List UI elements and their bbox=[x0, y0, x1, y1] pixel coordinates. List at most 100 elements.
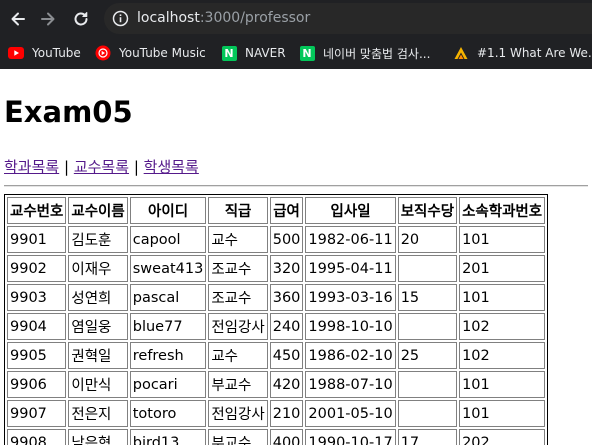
table-cell: 320 bbox=[269, 255, 304, 282]
link-separator: | bbox=[63, 158, 70, 176]
table-cell: 전임강사 bbox=[208, 400, 268, 427]
col-header-hire-date: 입사일 bbox=[305, 197, 396, 224]
url-host: localhost bbox=[137, 10, 200, 26]
nomad-icon bbox=[453, 45, 469, 61]
table-cell: 360 bbox=[269, 284, 304, 311]
link-students[interactable]: 학생목록 bbox=[144, 158, 199, 176]
table-cell: 9906 bbox=[7, 371, 67, 398]
table-cell: 17 bbox=[397, 429, 458, 445]
table-cell: 9903 bbox=[7, 284, 67, 311]
link-professors[interactable]: 교수목록 bbox=[74, 158, 129, 176]
bookmark-label: #1.1 What Are We... bbox=[477, 46, 592, 60]
table-cell: 9905 bbox=[7, 342, 67, 369]
bookmark-label: 네이버 맞춤법 검사... bbox=[323, 46, 431, 61]
table-cell: 2001-05-10 bbox=[305, 400, 396, 427]
table-cell: 25 bbox=[397, 342, 458, 369]
table-cell: totoro bbox=[129, 400, 207, 427]
table-cell: 전은지 bbox=[68, 400, 128, 427]
table-cell: 9904 bbox=[7, 313, 67, 340]
nav-links: 학과목록 | 교수목록 | 학생목록 bbox=[4, 156, 199, 177]
url-path: :3000/professor bbox=[199, 10, 311, 26]
info-icon[interactable] bbox=[112, 10, 129, 27]
bookmarks-bar: YouTube YouTube Music N NAVER N 네이버 맞춤법 … bbox=[0, 37, 592, 69]
table-row: 9906 이만식 pocari 부교수 420 1988-07-10 101 bbox=[7, 371, 546, 398]
browser-chrome: localhost:3000/professor YouTube YouTube… bbox=[0, 0, 592, 69]
table-cell: 1982-06-11 bbox=[305, 226, 396, 253]
bookmark-label: YouTube bbox=[32, 46, 81, 60]
browser-toolbar: localhost:3000/professor bbox=[0, 0, 592, 37]
bookmark-youtube-music[interactable]: YouTube Music bbox=[95, 43, 206, 63]
bookmark-naver[interactable]: N NAVER bbox=[221, 43, 286, 63]
youtube-icon bbox=[8, 45, 24, 61]
table-cell: 부교수 bbox=[208, 371, 268, 398]
forward-arrow-icon[interactable] bbox=[36, 7, 60, 31]
table-cell: 202 bbox=[459, 429, 546, 445]
bookmark-label: NAVER bbox=[245, 46, 286, 60]
table-cell: sweat413 bbox=[129, 255, 207, 282]
table-cell bbox=[397, 371, 458, 398]
col-header-dept-no: 소속학과번호 bbox=[459, 197, 546, 224]
table-cell: pascal bbox=[129, 284, 207, 311]
table-cell: 101 bbox=[459, 226, 546, 253]
table-cell: 조교수 bbox=[208, 284, 268, 311]
table-cell: 20 bbox=[397, 226, 458, 253]
table-cell: 101 bbox=[459, 371, 546, 398]
back-arrow-icon[interactable] bbox=[6, 7, 30, 31]
table-row: 9903 성연희 pascal 조교수 360 1993-03-16 15 101 bbox=[7, 284, 546, 311]
url-text[interactable]: localhost:3000/professor bbox=[137, 9, 310, 27]
table-row: 9907 전은지 totoro 전임강사 210 2001-05-10 101 bbox=[7, 400, 546, 427]
table-row: 9908 남은혁 bird13 부교수 400 1990-10-17 17 202 bbox=[7, 429, 546, 445]
bookmark-naver-spellcheck[interactable]: N 네이버 맞춤법 검사... bbox=[299, 43, 430, 63]
table-cell: 102 bbox=[459, 342, 546, 369]
link-separator: | bbox=[133, 158, 139, 176]
col-header-professor-no: 교수번호 bbox=[7, 197, 67, 224]
address-bar[interactable]: localhost:3000/professor bbox=[104, 3, 592, 34]
table-cell: 1988-07-10 bbox=[305, 371, 396, 398]
table-cell: 교수 bbox=[208, 342, 268, 369]
bookmark-youtube[interactable]: YouTube bbox=[8, 43, 81, 63]
table-cell: 염일웅 bbox=[68, 313, 128, 340]
table-cell: 9901 bbox=[7, 226, 67, 253]
table-cell: 1986-02-10 bbox=[305, 342, 396, 369]
table-cell: 1995-04-11 bbox=[305, 255, 396, 282]
table-cell: 400 bbox=[269, 429, 304, 445]
link-departments[interactable]: 학과목록 bbox=[4, 158, 59, 176]
table-cell: 1993-03-16 bbox=[305, 284, 396, 311]
table-cell: 201 bbox=[459, 255, 546, 282]
table-cell: 420 bbox=[269, 371, 304, 398]
table-cell: 권혁일 bbox=[68, 342, 128, 369]
table-header-row: 교수번호 교수이름 아이디 직급 급여 입사일 보직수당 소속학과번호 bbox=[7, 197, 546, 224]
table-cell: blue77 bbox=[129, 313, 207, 340]
table-row: 9902 이재우 sweat413 조교수 320 1995-04-11 201 bbox=[7, 255, 546, 282]
table-cell bbox=[397, 313, 458, 340]
professor-table: 교수번호 교수이름 아이디 직급 급여 입사일 보직수당 소속학과번호 9901… bbox=[4, 194, 549, 445]
table-cell: 1990-10-17 bbox=[305, 429, 396, 445]
table-cell: 김도훈 bbox=[68, 226, 128, 253]
table-cell: 101 bbox=[459, 400, 546, 427]
table-cell: 부교수 bbox=[208, 429, 268, 445]
table-cell: 남은혁 bbox=[68, 429, 128, 445]
table-cell: 450 bbox=[269, 342, 304, 369]
table-cell: 교수 bbox=[208, 226, 268, 253]
page-content: Exam05 학과목록 | 교수목록 | 학생목록 교수번호 교수이름 아이디 … bbox=[0, 69, 592, 445]
table-cell: 이재우 bbox=[68, 255, 128, 282]
table-cell: 102 bbox=[459, 313, 546, 340]
bookmark-label: YouTube Music bbox=[119, 46, 206, 60]
bookmark-nomad[interactable]: #1.1 What Are We... bbox=[453, 43, 592, 63]
table-body: 9901 김도훈 capool 교수 500 1982-06-11 20 101 9902 이재우… bbox=[7, 226, 546, 445]
table-cell: refresh bbox=[129, 342, 207, 369]
table-cell: 성연희 bbox=[68, 284, 128, 311]
table-cell: 500 bbox=[269, 226, 304, 253]
table-cell: bird13 bbox=[129, 429, 207, 445]
table-cell bbox=[397, 255, 458, 282]
table-cell: 이만식 bbox=[68, 371, 128, 398]
reload-icon[interactable] bbox=[69, 7, 93, 31]
table-cell: 9908 bbox=[7, 429, 67, 445]
col-header-position: 직급 bbox=[208, 197, 268, 224]
table-cell bbox=[397, 400, 458, 427]
table-cell: pocari bbox=[129, 371, 207, 398]
page-title: Exam05 bbox=[4, 95, 133, 129]
horizontal-rule bbox=[4, 185, 588, 187]
table-cell: 9902 bbox=[7, 255, 67, 282]
table-row: 9901 김도훈 capool 교수 500 1982-06-11 20 101 bbox=[7, 226, 546, 253]
